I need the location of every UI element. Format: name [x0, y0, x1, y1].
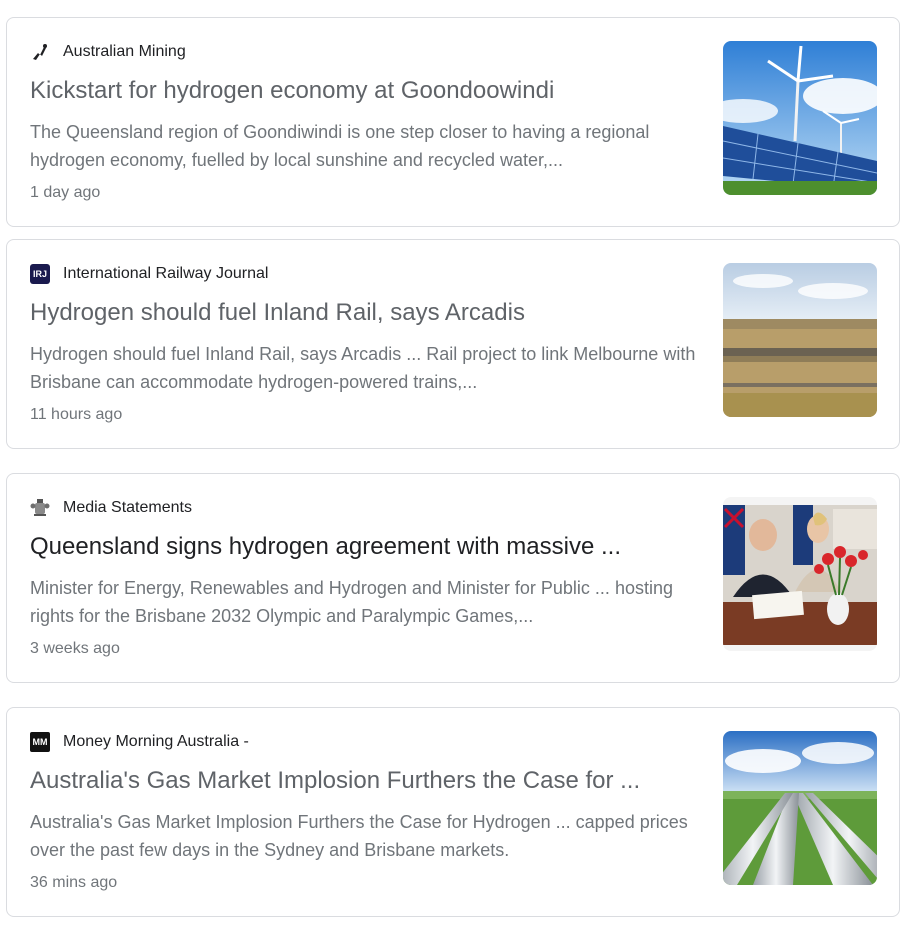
irj-badge-text: IRJ — [30, 264, 50, 284]
snippet: Hydrogen should fuel Inland Rail, says A… — [30, 344, 696, 392]
snippet: Australia's Gas Market Implosion Further… — [30, 812, 688, 860]
queensland-crest-icon — [30, 498, 50, 518]
source-name: Media Statements — [63, 499, 192, 516]
solar-wind-thumbnail[interactable] — [723, 41, 877, 195]
headline-link[interactable]: Hydrogen should fuel Inland Rail, says A… — [30, 298, 710, 328]
timestamp: 11 hours ago — [30, 406, 123, 423]
headline-link[interactable]: Australia's Gas Market Implosion Further… — [30, 766, 710, 796]
source-row: MM Money Morning Australia - — [30, 732, 249, 752]
headline-link[interactable]: Queensland signs hydrogen agreement with… — [30, 532, 710, 562]
signing-ceremony-thumbnail[interactable] — [723, 497, 877, 651]
news-card[interactable]: IRJ International Railway Journal Hydrog… — [6, 239, 900, 449]
snippet: The Queensland region of Goondiwindi is … — [30, 122, 650, 170]
source-name: Australian Mining — [63, 43, 186, 60]
timestamp: 3 weeks ago — [30, 640, 120, 657]
snippet: Minister for Energy, Renewables and Hydr… — [30, 578, 673, 626]
timestamp: 36 mins ago — [30, 874, 118, 891]
headline-link[interactable]: Kickstart for hydrogen economy at Goondo… — [30, 76, 710, 106]
source-row: Media Statements — [30, 498, 192, 518]
news-card[interactable]: Australian Mining Kickstart for hydrogen… — [6, 17, 900, 227]
source-row: Australian Mining — [30, 42, 186, 62]
irj-logo-icon: IRJ — [30, 264, 50, 284]
source-row: IRJ International Railway Journal — [30, 264, 268, 284]
rail-plain-thumbnail[interactable] — [723, 263, 877, 417]
money-morning-logo-icon: MM — [30, 732, 50, 752]
timestamp: 1 day ago — [30, 184, 101, 201]
source-name: Money Morning Australia - — [63, 733, 249, 750]
australian-mining-logo-icon — [30, 42, 50, 62]
news-card[interactable]: MM Money Morning Australia - Australia's… — [6, 707, 900, 917]
news-card[interactable]: Media Statements Queensland signs hydrog… — [6, 473, 900, 683]
mm-badge-text: MM — [30, 732, 50, 752]
source-name: International Railway Journal — [63, 265, 269, 282]
gas-pipeline-thumbnail[interactable] — [723, 731, 877, 885]
